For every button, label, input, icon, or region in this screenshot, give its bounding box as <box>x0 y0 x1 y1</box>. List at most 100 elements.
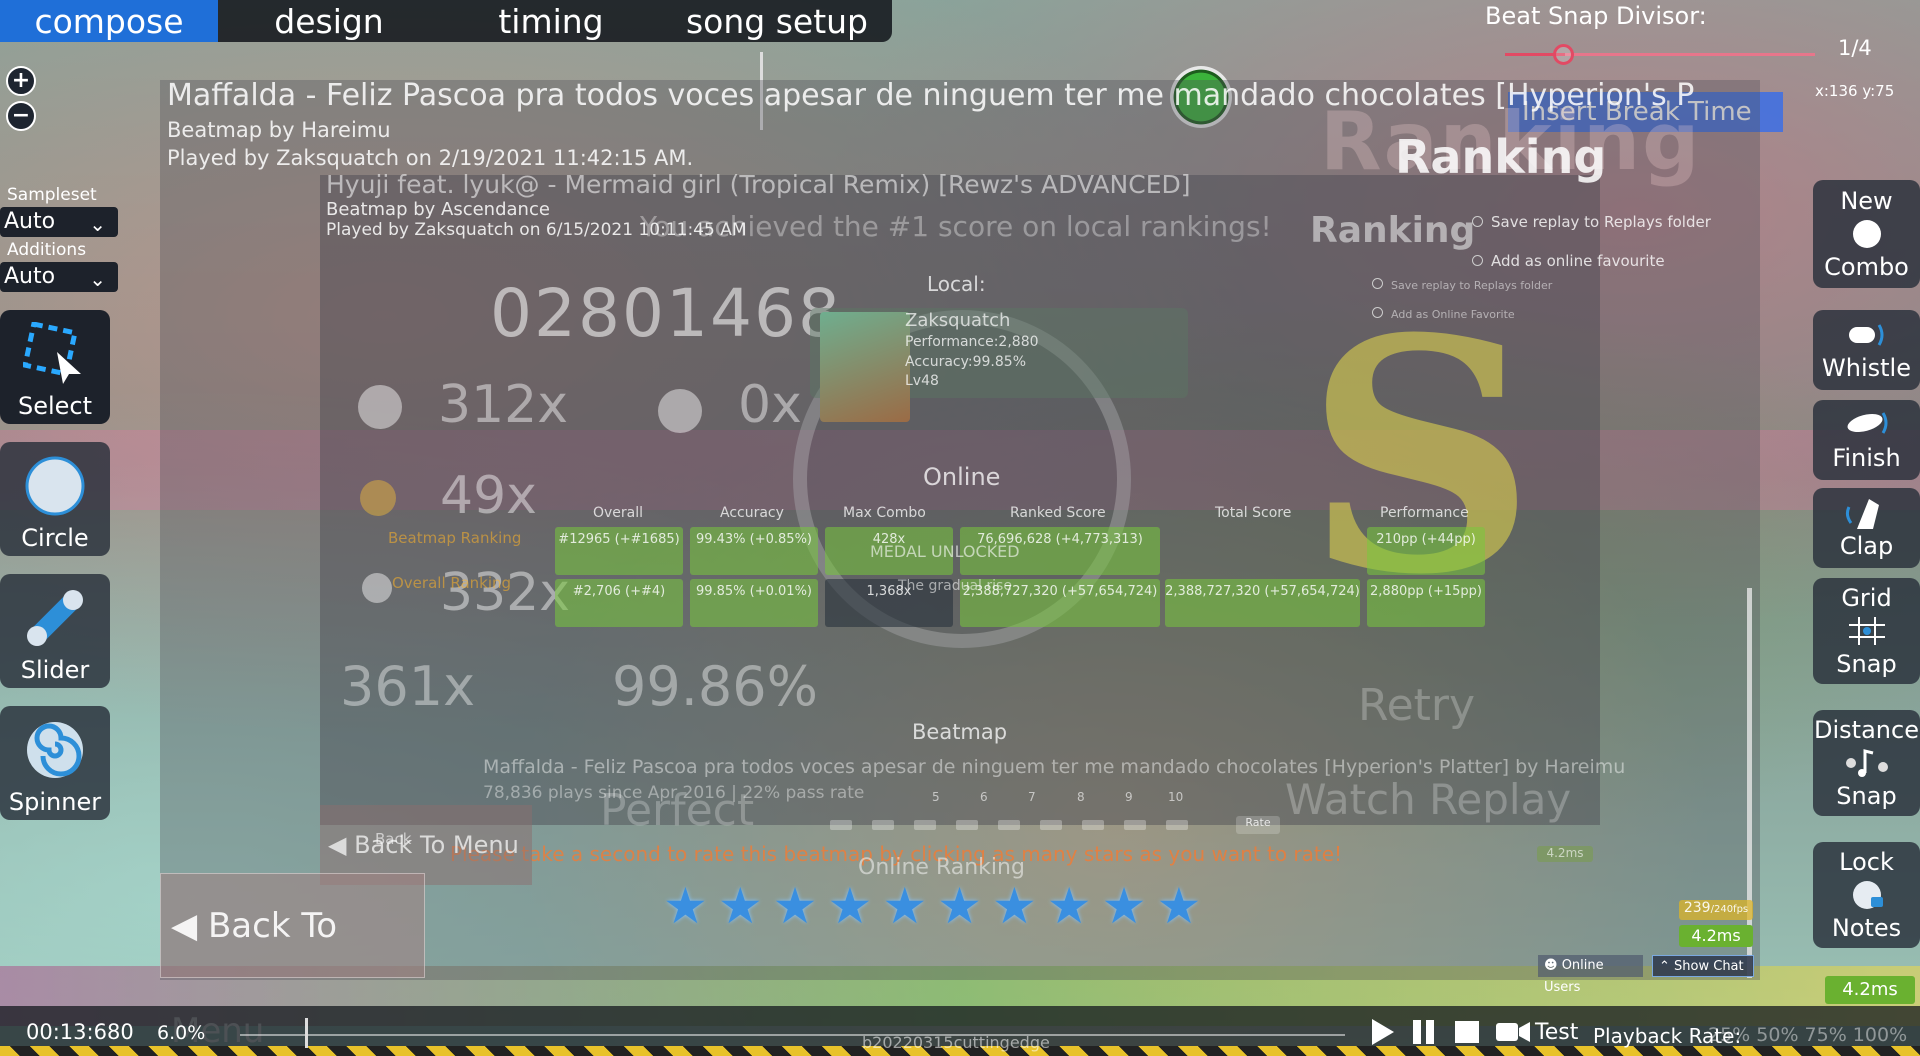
chevron-down-icon: ⌄ <box>89 212 106 236</box>
tab-song-setup[interactable]: song setup <box>662 0 892 42</box>
cell-accuracy-beatmap: 99.43% (+0.85%) <box>690 527 818 575</box>
beat-snap-slider[interactable] <box>1505 53 1815 56</box>
sampleset-value: Auto <box>4 209 56 234</box>
beatmap-author: Beatmap by Hareimu <box>167 118 391 142</box>
header-max-combo: Max Combo <box>843 505 926 521</box>
header-total-score: Total Score <box>1215 505 1292 521</box>
additions-label: Additions <box>7 240 87 260</box>
save-replay-option[interactable]: Save replay to Replays folder <box>1472 213 1711 231</box>
star-icon[interactable]: ★ <box>992 878 1037 938</box>
rating-scale-5: 5 <box>932 790 940 804</box>
additions-select[interactable]: Auto ⌄ <box>0 262 118 292</box>
rating-bar <box>956 820 978 830</box>
zoom-in-button[interactable]: + <box>6 66 36 96</box>
spinner-icon <box>23 718 87 782</box>
additions-value: Auto <box>4 264 56 289</box>
tab-compose[interactable]: compose <box>0 0 218 42</box>
add-favourite-option[interactable]: Add as online favourite <box>1472 252 1665 270</box>
whistle-toggle[interactable]: Whistle <box>1813 310 1920 390</box>
build-version: b20220315cuttingedge <box>862 1033 1050 1052</box>
lock-notes-label-2: Notes <box>1831 914 1902 942</box>
lock-notes-toggle[interactable]: Lock Notes <box>1813 842 1920 948</box>
save-replay-option-small[interactable]: Save replay to Replays folder <box>1372 278 1552 292</box>
tool-select-label: Select <box>17 392 93 420</box>
distance-snap-toggle[interactable]: Distance Snap <box>1813 710 1920 816</box>
tab-timing[interactable]: timing <box>440 0 662 42</box>
star-icon[interactable]: ★ <box>827 878 872 938</box>
stats-table: Overall Accuracy Max Combo Ranked Score … <box>555 505 1485 627</box>
beatmap-title-secondary: Hyuji feat. lyuk@ - Mermaid girl (Tropic… <box>326 170 1191 199</box>
count-300: 312x <box>438 375 569 435</box>
rating-stars: ★ ★ ★ ★ ★ ★ ★ ★ ★ ★ <box>663 878 1283 938</box>
song-progress-bar[interactable] <box>240 1034 1345 1036</box>
playback-rate-options[interactable]: 25% 50% 75% 100% <box>1708 1024 1907 1046</box>
ping-indicator: 4.2ms <box>1679 925 1753 947</box>
hit-50-icon <box>362 573 392 603</box>
online-users-button[interactable]: ☻ Online Users <box>1538 955 1643 995</box>
finish-toggle[interactable]: Finish <box>1813 400 1920 480</box>
retry-button[interactable]: Retry <box>1358 680 1475 731</box>
cymbal-icon <box>1845 407 1889 443</box>
rating-bar <box>998 820 1020 830</box>
hit-100-icon <box>360 480 396 516</box>
rating-bar <box>1166 820 1188 830</box>
online-label: Online <box>923 463 1001 491</box>
grid-snap-label-1: Grid <box>1841 584 1892 612</box>
lock-icon <box>1845 877 1889 913</box>
rate-button[interactable]: Rate <box>1236 816 1280 834</box>
star-icon[interactable]: ★ <box>937 878 982 938</box>
progress-percent: 6.0% <box>157 1022 206 1044</box>
star-icon[interactable]: ★ <box>718 878 763 938</box>
song-progress-thumb[interactable] <box>305 1018 308 1048</box>
camera-icon[interactable] <box>1494 1016 1532 1048</box>
back-small-label[interactable]: Back <box>375 830 411 848</box>
clap-toggle[interactable]: Clap <box>1813 488 1920 568</box>
clap-label: Clap <box>1839 532 1894 560</box>
tab-design[interactable]: design <box>218 0 440 42</box>
header-ranked-score: Ranked Score <box>1010 505 1106 521</box>
new-combo-label-1: New <box>1840 187 1893 215</box>
beat-snap-thumb[interactable] <box>1553 44 1574 65</box>
sampleset-label: Sampleset <box>7 185 97 205</box>
cell-overall-global: #2,706 (+#4) <box>555 579 683 627</box>
distance-snap-label-2: Snap <box>1836 782 1897 810</box>
new-combo-toggle[interactable]: New Combo <box>1813 180 1920 288</box>
zoom-out-button[interactable]: − <box>6 101 36 131</box>
star-icon[interactable]: ★ <box>663 878 708 938</box>
tool-select[interactable]: Select <box>0 310 110 424</box>
test-button[interactable]: Test <box>1535 1020 1578 1045</box>
star-icon[interactable]: ★ <box>773 878 818 938</box>
grid-snap-toggle[interactable]: Grid Snap <box>1813 578 1920 684</box>
rating-bar <box>1124 820 1146 830</box>
mode-tabs: compose design timing song setup <box>0 0 892 42</box>
star-icon[interactable]: ★ <box>1102 878 1147 938</box>
star-icon[interactable]: ★ <box>882 878 927 938</box>
beat-snap-value: 1/4 <box>1838 36 1872 60</box>
watch-replay-button[interactable]: Watch Replay <box>1285 775 1571 824</box>
add-favourite-option-small[interactable]: Add as Online Favorite <box>1372 307 1515 321</box>
finish-label: Finish <box>1832 444 1901 472</box>
accuracy-big: 99.86% <box>612 655 818 718</box>
medal-name: The gradual rise <box>898 578 1012 594</box>
sampleset-select[interactable]: Auto ⌄ <box>0 207 118 237</box>
star-icon[interactable]: ★ <box>1156 878 1201 938</box>
tool-circle[interactable]: Circle <box>0 442 110 556</box>
tool-slider[interactable]: Slider <box>0 574 110 688</box>
chevron-down-icon: ⌄ <box>89 267 106 291</box>
show-chat-button[interactable]: ⌃ Show Chat <box>1652 955 1754 977</box>
rating-bar <box>1082 820 1104 830</box>
tool-slider-label: Slider <box>20 656 90 684</box>
ping-dim-top: 4.2ms <box>1537 846 1593 862</box>
circle-icon <box>23 454 87 518</box>
play-icon[interactable] <box>1368 1016 1396 1048</box>
select-icon <box>22 321 87 386</box>
tool-spinner[interactable]: Spinner <box>0 706 110 820</box>
beatmap-plays: 78,836 plays since Apr 2016 | 22% pass r… <box>483 783 865 803</box>
cell-accuracy-global: 99.85% (+0.01%) <box>690 579 818 627</box>
pause-icon[interactable] <box>1410 1016 1438 1048</box>
star-icon[interactable]: ★ <box>1047 878 1092 938</box>
stop-icon[interactable] <box>1452 1016 1482 1048</box>
player-performance: Performance:2,880 <box>905 334 1039 350</box>
rating-bar <box>914 820 936 830</box>
back-to-menu-button[interactable]: ◀ Back To Menu <box>160 873 425 1051</box>
